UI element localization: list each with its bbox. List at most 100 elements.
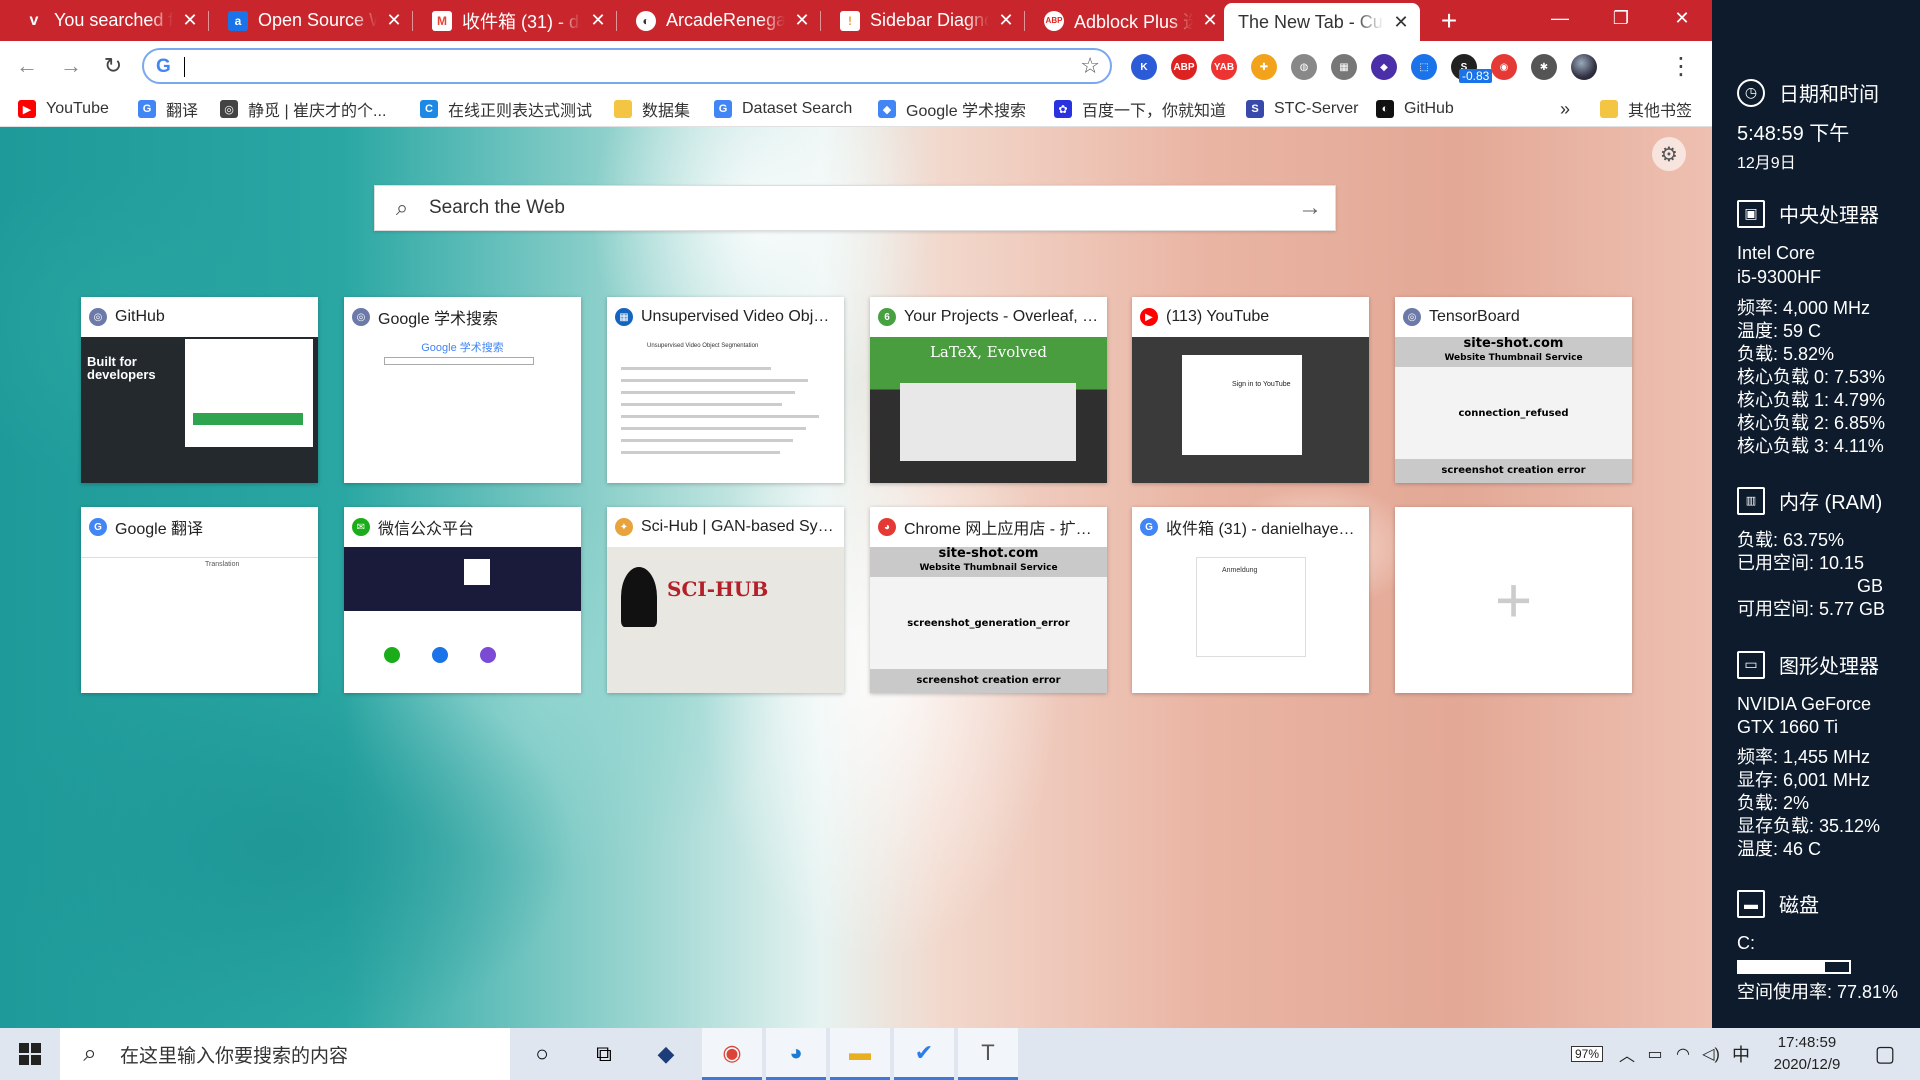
close-tab-icon[interactable]: ✕: [589, 10, 607, 31]
grid-ext-icon[interactable]: ▦: [1331, 54, 1357, 80]
other-bookmarks-folder[interactable]: 其他书签: [1600, 97, 1692, 121]
bookmarks-bar: ▶ YouTube G 翻译 ◎ 静觅 | 崔庆才的个... C 在线正则表达式测试 数据集 G D…: [0, 91, 1712, 127]
file-explorer-icon[interactable]: ▬: [830, 1028, 890, 1080]
bookmarks-overflow-button[interactable]: »: [1560, 97, 1570, 121]
speed-dial-tile[interactable]: ✦ Sci-Hub | GAN-based Synt... SCI-HUB: [607, 507, 844, 693]
search-submit-arrow-icon[interactable]: →: [1285, 194, 1335, 222]
counter-ext-icon[interactable]: ⬚: [1411, 54, 1437, 80]
chrome-menu-icon[interactable]: ⋮: [1664, 49, 1698, 83]
close-window-button[interactable]: ✕: [1652, 0, 1712, 36]
speed-dial-tile[interactable]: G 收件箱 (31) - danielhayes9... Anmeldung: [1132, 507, 1369, 693]
speed-dial-tile[interactable]: ◕ Chrome 网上应用店 - 扩展... site-shot.com Websit…: [870, 507, 1107, 693]
close-tab-icon[interactable]: ✕: [1201, 10, 1219, 31]
tile-title: Your Projects - Overleaf, O...: [904, 308, 1099, 325]
avatar-icon[interactable]: [1571, 54, 1597, 80]
cube-ext-icon[interactable]: ◆: [1371, 54, 1397, 80]
speed-dial-tile[interactable]: 6 Your Projects - Overleaf, O... LaTeX, Ev…: [870, 297, 1107, 483]
tile-header: 6 Your Projects - Overleaf, O...: [870, 297, 1107, 337]
notification-center-icon[interactable]: ▢: [1860, 1028, 1910, 1080]
bookmark-item[interactable]: ◎ 静觅 | 崔庆才的个...: [220, 97, 386, 121]
tab-gmail-inbox[interactable]: M 收件箱 (31) - da ✕: [422, 0, 617, 41]
cortana-icon[interactable]: ○: [512, 1028, 572, 1080]
bookmark-star-icon[interactable]: ☆: [1080, 53, 1100, 79]
tile-title: (113) YouTube: [1166, 308, 1270, 325]
speed-dial-tile[interactable]: ◎ Google 学术搜索 Google 学术搜索: [344, 297, 581, 483]
tab-adblock-plus[interactable]: ABP Adblock Plus 选 ✕: [1034, 0, 1229, 41]
yab-icon[interactable]: YAB: [1211, 54, 1237, 80]
speed-dial-tile[interactable]: ◎ TensorBoard site-shot.com Website Thumbna…: [1395, 297, 1632, 483]
speed-dial-tile[interactable]: ▶ (113) YouTube Sign in to YouTube: [1132, 297, 1369, 483]
bookmark-item[interactable]: C 在线正则表达式测试: [420, 97, 592, 121]
volume-icon[interactable]: ◁): [1696, 1028, 1726, 1080]
ime-indicator[interactable]: 中: [1726, 1028, 1756, 1080]
tab-new-tab-active[interactable]: The New Tab - Cust ✕: [1224, 3, 1420, 41]
k-icon[interactable]: K: [1131, 54, 1157, 80]
bookmark-favicon-icon: ✿: [1054, 100, 1072, 118]
close-tab-icon[interactable]: ✕: [385, 10, 403, 31]
extension-badge: -0.83: [1459, 69, 1493, 83]
edge-taskbar-icon[interactable]: ◕: [766, 1028, 826, 1080]
settings-gear-icon[interactable]: ⚙: [1652, 137, 1686, 171]
close-tab-icon[interactable]: ✕: [793, 10, 811, 31]
tab-strip: v You searched for ✕ a Open Source W ✕ M…: [0, 0, 1712, 41]
forward-button[interactable]: →: [54, 49, 88, 83]
tab-sidebar-diagnostics[interactable]: ! Sidebar Diagno ✕: [830, 0, 1025, 41]
camera-ext-icon[interactable]: ◉: [1491, 54, 1517, 80]
tile-title: Chrome 网上应用店 - 扩展...: [904, 521, 1099, 538]
bookmark-item[interactable]: ▶ YouTube: [18, 97, 109, 121]
speed-dial-tile[interactable]: G Google 翻译 Translation: [81, 507, 318, 693]
gpu-frequency: 频率: 1,455 MHz: [1737, 747, 1871, 767]
bookmark-item[interactable]: G Dataset Search: [714, 97, 852, 121]
bookmark-item[interactable]: ✿ 百度一下，你就知道: [1054, 97, 1226, 121]
tab-you-searched[interactable]: v You searched for ✕: [14, 0, 209, 41]
bookmark-label: Google 学术搜索: [906, 103, 1027, 120]
bookmark-item[interactable]: ◐ GitHub: [1376, 97, 1454, 121]
chrome-taskbar-icon[interactable]: ◉: [702, 1028, 762, 1080]
minimize-button[interactable]: —: [1530, 0, 1590, 36]
task-view-icon[interactable]: ⧉: [574, 1028, 634, 1080]
cpu-name-line1: Intel Core: [1737, 243, 1816, 263]
tile-thumbnail: site-shot.com Website Thumbnail Service co…: [1395, 337, 1632, 483]
monitor-display-icon: ▭: [1737, 650, 1765, 679]
tab-title: Open Source W: [258, 10, 377, 30]
tab-arcaderenegade[interactable]: ◐ ArcadeRenegad ✕: [626, 0, 821, 41]
add-shortcut-tile[interactable]: +: [1395, 507, 1632, 693]
taskbar-clock[interactable]: 17:48:59 2020/12/9: [1762, 1032, 1852, 1076]
start-button[interactable]: [0, 1028, 60, 1080]
cpu-core0-load: 核心负载 0: 7.53%: [1737, 367, 1886, 387]
address-bar[interactable]: G ☆: [142, 48, 1112, 84]
scholar-search-field: [384, 357, 534, 365]
typora-app-icon[interactable]: T: [958, 1028, 1018, 1080]
tab-open-source[interactable]: a Open Source W ✕: [218, 0, 413, 41]
maximize-button[interactable]: ❐: [1591, 0, 1651, 36]
speed-dial-tile[interactable]: ▦ Unsupervised Video Object... Unsupervise…: [607, 297, 844, 483]
error-message: screenshot creation error: [870, 669, 1107, 693]
battery-icon[interactable]: ▭: [1640, 1028, 1670, 1080]
speed-dial-tile[interactable]: ◎ GitHub Built for developers: [81, 297, 318, 483]
thumbnail-text: Google 学术搜索: [421, 342, 504, 354]
bookmark-item[interactable]: ◆ Google 学术搜索: [878, 97, 1026, 121]
plus-ext-icon[interactable]: ✚: [1251, 54, 1277, 80]
tray-expand-icon[interactable]: ︿: [1612, 1028, 1642, 1080]
close-tab-icon[interactable]: ✕: [997, 10, 1015, 31]
back-button[interactable]: ←: [10, 49, 44, 83]
taskbar-search-box[interactable]: ⌕ 在这里输入你要搜索的内容: [60, 1028, 510, 1080]
bookmark-item[interactable]: S STC-Server: [1246, 97, 1358, 121]
speed-dial-tile[interactable]: ✉ 微信公众平台: [344, 507, 581, 693]
cat-app-icon[interactable]: ◆: [636, 1028, 696, 1080]
bookmark-item[interactable]: G 翻译: [138, 97, 198, 121]
web-search-box[interactable]: ⌕ Search the Web →: [374, 185, 1336, 231]
close-tab-icon[interactable]: ✕: [181, 10, 199, 31]
close-tab-icon[interactable]: ✕: [1392, 12, 1410, 33]
todo-app-icon[interactable]: ✔: [894, 1028, 954, 1080]
tile-thumbnail: Sign in to YouTube: [1132, 337, 1369, 483]
bookmark-item[interactable]: 数据集: [614, 97, 690, 121]
reload-button[interactable]: ↻: [96, 49, 130, 83]
ghost-ext-icon[interactable]: ◍: [1291, 54, 1317, 80]
wifi-icon[interactable]: ◠: [1668, 1028, 1698, 1080]
tile-title: Google 翻译: [115, 521, 204, 538]
new-tab-button[interactable]: +: [1432, 4, 1466, 38]
abp-icon[interactable]: ABP: [1171, 54, 1197, 80]
taskbar-search-placeholder: 在这里输入你要搜索的内容: [120, 1045, 349, 1067]
puzzle-icon[interactable]: ✱: [1531, 54, 1557, 80]
